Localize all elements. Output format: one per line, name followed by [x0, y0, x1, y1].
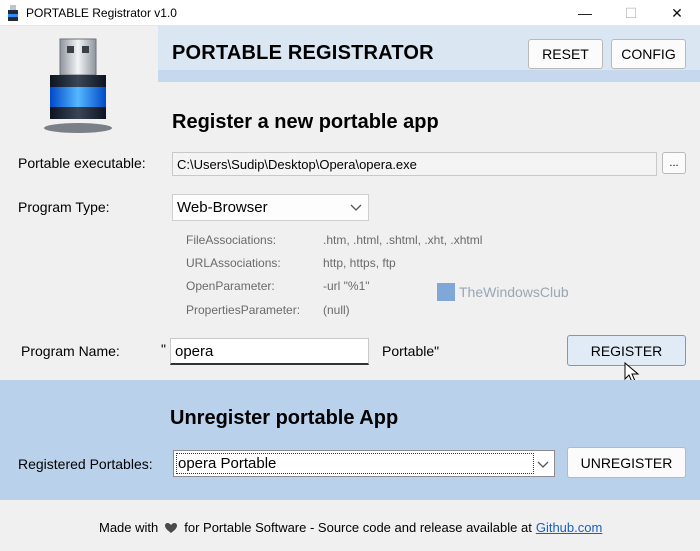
maximize-button[interactable]: ☐ [608, 0, 654, 26]
info-value-url-associations: http, https, ftp [323, 256, 396, 270]
quote-open: " [161, 341, 166, 357]
chevron-down-icon [537, 461, 549, 468]
registered-portables-select[interactable]: opera Portable [173, 450, 555, 477]
program-name-input[interactable]: opera [170, 338, 369, 365]
register-section-title: Register a new portable app [172, 111, 439, 133]
registered-portables-label: Registered Portables: [18, 456, 153, 472]
github-link[interactable]: Github.com [536, 520, 602, 535]
usb-icon [8, 5, 18, 21]
exe-path-input[interactable]: C:\Users\Sudip\Desktop\Opera\opera.exe [172, 152, 657, 176]
browse-button[interactable]: ... [662, 152, 686, 174]
info-value-properties-parameter: (null) [323, 303, 350, 317]
footer-text: Made with for Portable Software - Source… [99, 520, 602, 535]
exe-label: Portable executable: [18, 155, 146, 171]
info-value-file-associations: .htm, .html, .shtml, .xht, .xhtml [323, 233, 483, 247]
footer-made-with: Made with [99, 520, 159, 535]
watermark-logo-icon [437, 283, 455, 301]
config-button[interactable]: CONFIG [611, 39, 686, 69]
title-bar: PORTABLE Registrator v1.0 — ☐ ✕ [0, 0, 700, 26]
unregister-section-title: Unregister portable App [170, 407, 399, 429]
heart-icon [165, 522, 178, 533]
watermark: TheWindowsClub [437, 283, 569, 301]
window-title: PORTABLE Registrator v1.0 [26, 6, 177, 20]
program-type-value: Web-Browser [177, 199, 268, 216]
usb-logo-icon [44, 38, 112, 133]
registered-portables-value: opera Portable [178, 455, 277, 472]
watermark-text: TheWindowsClub [459, 284, 569, 300]
unregister-panel [0, 380, 700, 500]
chevron-down-icon [350, 204, 362, 211]
close-button[interactable]: ✕ [654, 0, 700, 26]
info-key-open-parameter: OpenParameter: [186, 279, 275, 293]
program-name-label: Program Name: [21, 343, 120, 359]
info-value-open-parameter: -url "%1" [323, 279, 370, 293]
program-type-label: Program Type: [18, 199, 110, 215]
portable-suffix: Portable" [382, 343, 440, 359]
unregister-button[interactable]: UNREGISTER [567, 447, 686, 478]
program-type-select[interactable]: Web-Browser [172, 194, 369, 221]
footer-description: for Portable Software - Source code and … [184, 520, 532, 535]
minimize-button[interactable]: — [562, 0, 608, 26]
reset-button[interactable]: RESET [528, 39, 603, 69]
info-key-properties-parameter: PropertiesParameter: [186, 303, 301, 317]
info-key-url-associations: URLAssociations: [186, 256, 281, 270]
header-strip [158, 70, 700, 82]
app-title: PORTABLE REGISTRATOR [172, 42, 434, 64]
info-key-file-associations: FileAssociations: [186, 233, 277, 247]
